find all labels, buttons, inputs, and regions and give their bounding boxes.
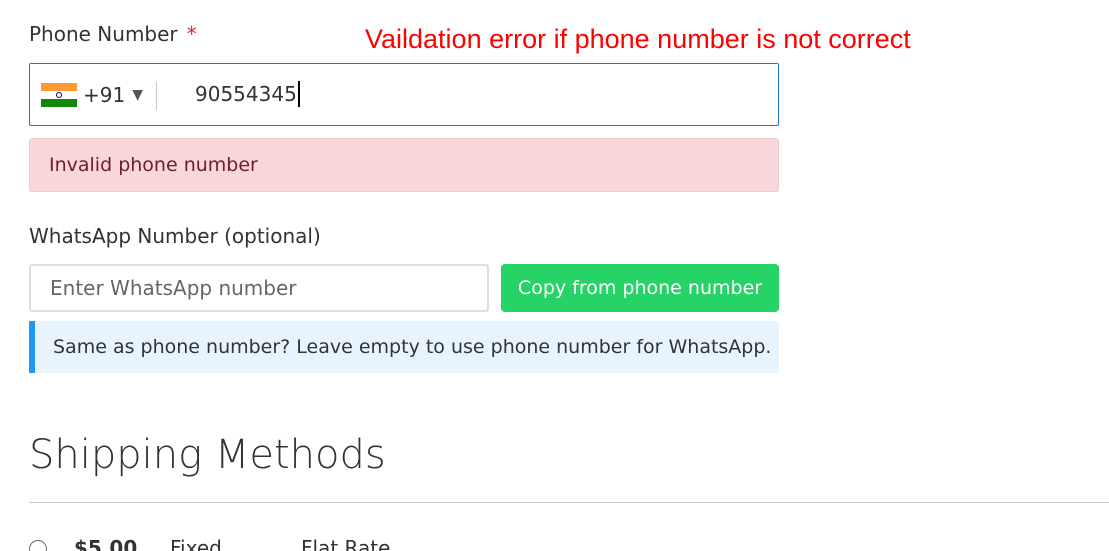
shipping-methods-title: Shipping Methods — [29, 432, 386, 478]
phone-error-alert: Invalid phone number — [29, 138, 779, 192]
copy-from-phone-button[interactable]: Copy from phone number — [501, 264, 779, 312]
dial-code: +91 — [83, 82, 126, 107]
phone-number-label: Phone Number * — [29, 22, 197, 46]
chevron-down-icon: ▼ — [132, 86, 143, 103]
validation-annotation: Vaildation error if phone number is not … — [365, 24, 911, 54]
phone-input-field[interactable]: +91 ▼ 90554345 — [29, 63, 779, 126]
shipping-method-radio[interactable] — [29, 540, 47, 551]
shipping-carrier-name: Flat Rate — [301, 536, 391, 551]
phone-value-text: 90554345 — [195, 82, 297, 106]
required-asterisk: * — [186, 22, 197, 46]
country-divider — [156, 82, 157, 110]
text-cursor — [297, 80, 300, 107]
whatsapp-number-label: WhatsApp Number (optional) — [29, 224, 321, 248]
whatsapp-info-text: Same as phone number? Leave empty to use… — [53, 336, 772, 358]
whatsapp-info-note: Same as phone number? Leave empty to use… — [29, 321, 779, 373]
info-accent-bar — [29, 321, 35, 373]
whatsapp-number-input[interactable] — [29, 264, 489, 312]
shipping-method-name: Fixed — [170, 536, 222, 551]
phone-label-text: Phone Number — [29, 22, 178, 46]
shipping-price: $5.00 — [74, 536, 138, 551]
phone-number-value[interactable]: 90554345 — [195, 64, 300, 125]
phone-error-message: Invalid phone number — [49, 154, 258, 176]
section-divider — [29, 502, 1109, 503]
india-flag-icon — [41, 82, 77, 107]
country-code-select[interactable]: +91 ▼ — [41, 64, 143, 125]
checkout-form: Phone Number * Vaildation error if phone … — [0, 0, 1109, 551]
shipping-method-row[interactable]: $5.00 Fixed Flat Rate — [29, 536, 1109, 551]
